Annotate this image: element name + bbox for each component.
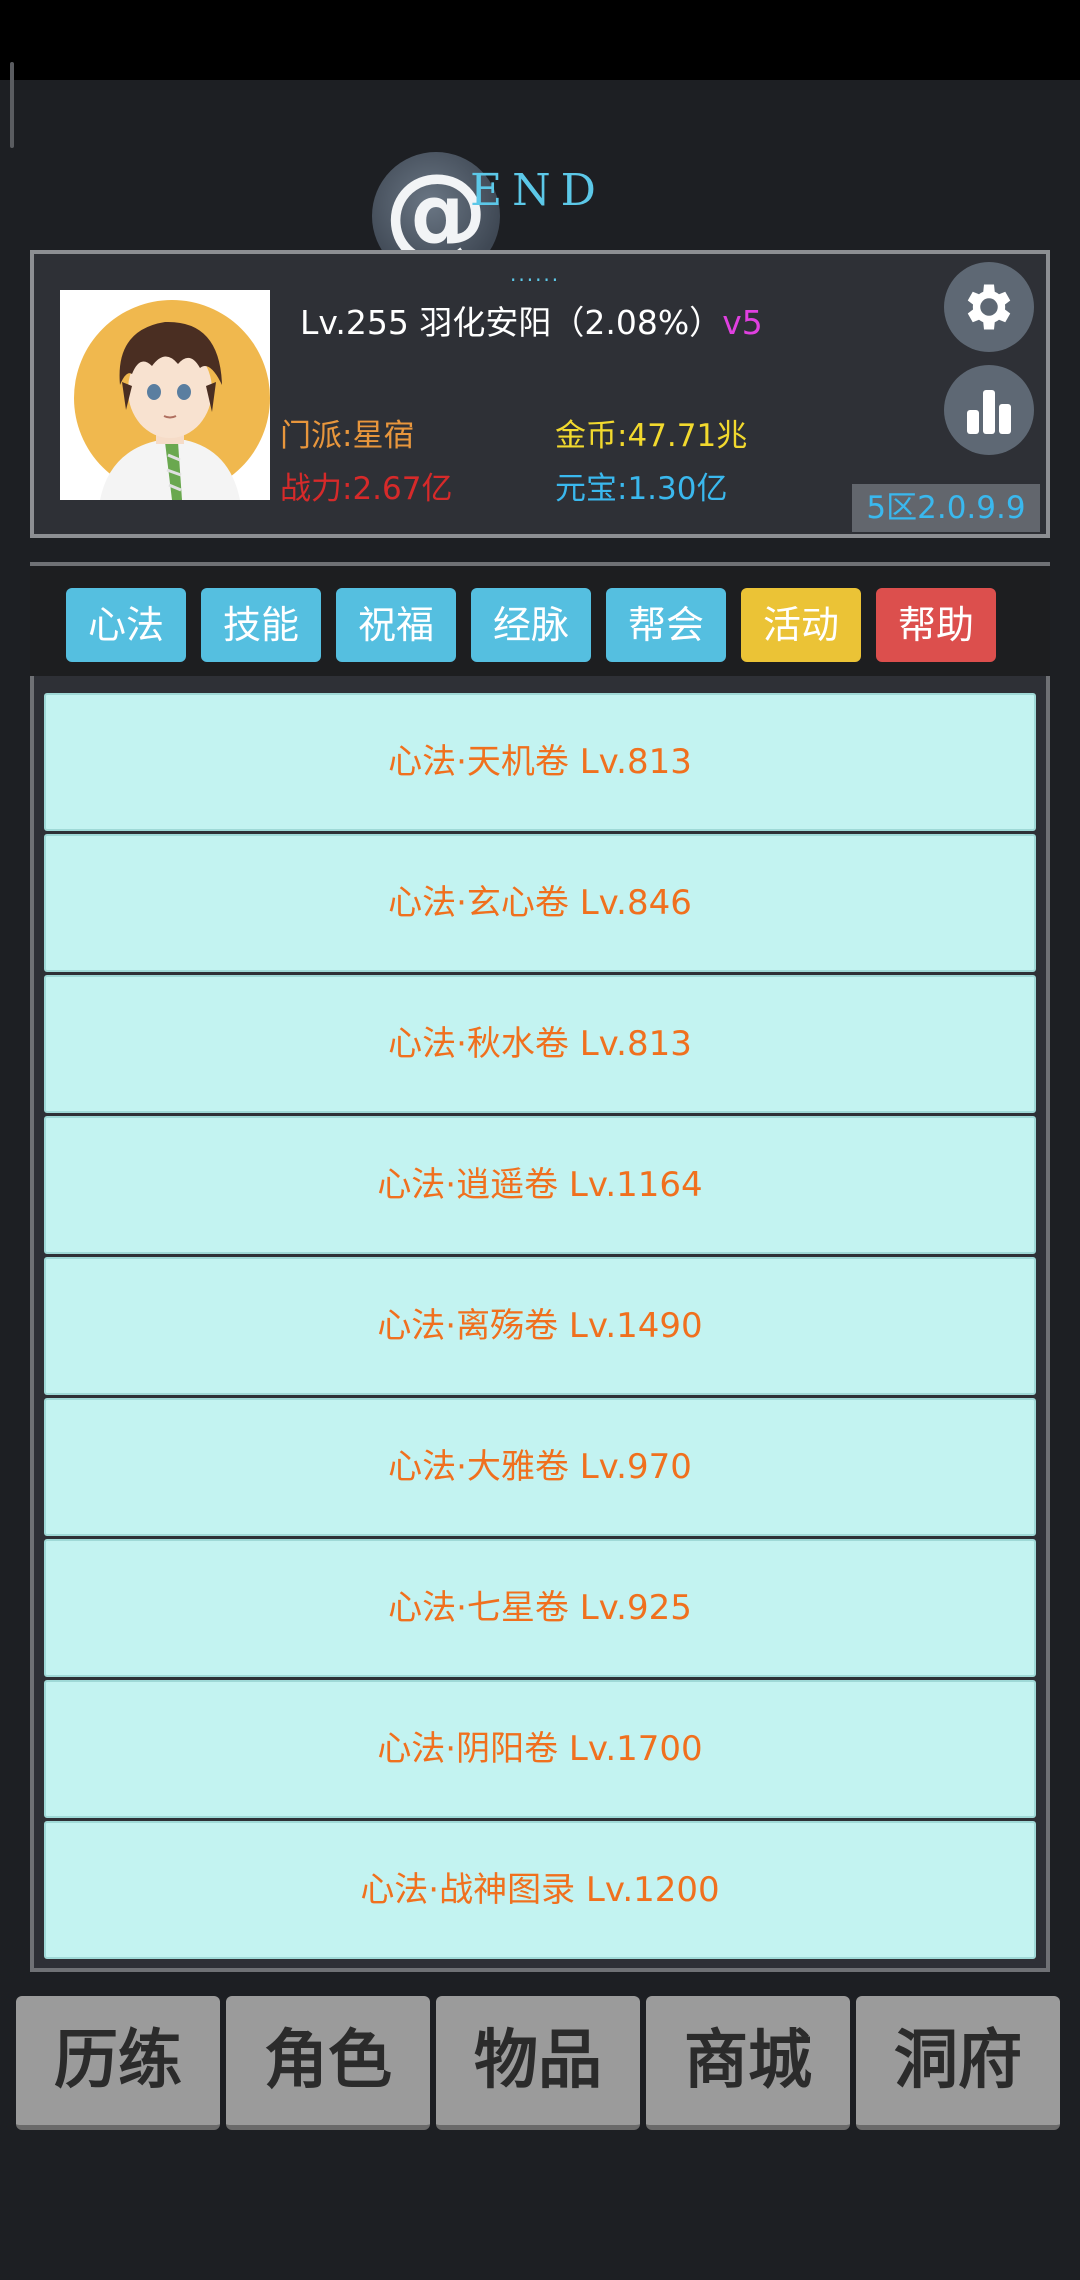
- nav-cave[interactable]: 洞府: [856, 1996, 1060, 2130]
- ingot-stat: 元宝:1.30亿: [555, 471, 728, 507]
- tab-guild[interactable]: 帮会: [606, 588, 726, 662]
- player-name-line: Lv.255 羽化安阳（2.08%）v5: [300, 296, 763, 344]
- settings-button[interactable]: [944, 262, 1034, 352]
- server-version-badge: 5区2.0.9.9: [852, 484, 1040, 532]
- edge-indicator: [10, 62, 14, 148]
- gear-icon: [967, 284, 1011, 330]
- logo-text: END: [470, 165, 606, 216]
- list-item[interactable]: 心法·秋水卷 Lv.813: [44, 975, 1036, 1113]
- tab-blessing[interactable]: 祝福: [336, 588, 456, 662]
- avatar-portrait: [74, 300, 270, 500]
- player-name: 羽化安阳: [419, 303, 552, 342]
- tab-help[interactable]: 帮助: [876, 588, 996, 662]
- nav-character[interactable]: 角色: [226, 1996, 430, 2130]
- tab-xinfa[interactable]: 心法: [66, 588, 186, 662]
- status-bar: [0, 0, 1080, 80]
- ranking-button[interactable]: [944, 365, 1034, 455]
- player-level: Lv.255: [300, 303, 409, 342]
- list-item[interactable]: 心法·大雅卷 Lv.970: [44, 1398, 1036, 1536]
- list-item[interactable]: 心法·离殇卷 Lv.1490: [44, 1257, 1036, 1395]
- tab-events[interactable]: 活动: [741, 588, 861, 662]
- panel-dots: ......: [510, 262, 561, 286]
- nav-training[interactable]: 历练: [16, 1996, 220, 2130]
- sect-stat: 门派:星宿: [280, 418, 415, 454]
- list-item[interactable]: 心法·逍遥卷 Lv.1164: [44, 1116, 1036, 1254]
- vip-level: v5: [722, 303, 763, 342]
- tab-skills[interactable]: 技能: [201, 588, 321, 662]
- list-item[interactable]: 心法·天机卷 Lv.813: [44, 693, 1036, 831]
- tab-meridians[interactable]: 经脉: [471, 588, 591, 662]
- list-item[interactable]: 心法·七星卷 Lv.925: [44, 1539, 1036, 1677]
- list-item[interactable]: 心法·玄心卷 Lv.846: [44, 834, 1036, 972]
- exp-percent: （2.08%）: [551, 303, 723, 342]
- gold-stat: 金币:47.71兆: [555, 418, 748, 454]
- bar-chart-icon: [967, 390, 1011, 434]
- player-avatar[interactable]: [60, 290, 270, 500]
- list-item[interactable]: 心法·阴阳卷 Lv.1700: [44, 1680, 1036, 1818]
- list-item[interactable]: 心法·战神图录 Lv.1200: [44, 1821, 1036, 1959]
- power-stat: 战力:2.67亿: [280, 471, 453, 507]
- nav-shop[interactable]: 商城: [646, 1996, 850, 2130]
- nav-items[interactable]: 物品: [436, 1996, 640, 2130]
